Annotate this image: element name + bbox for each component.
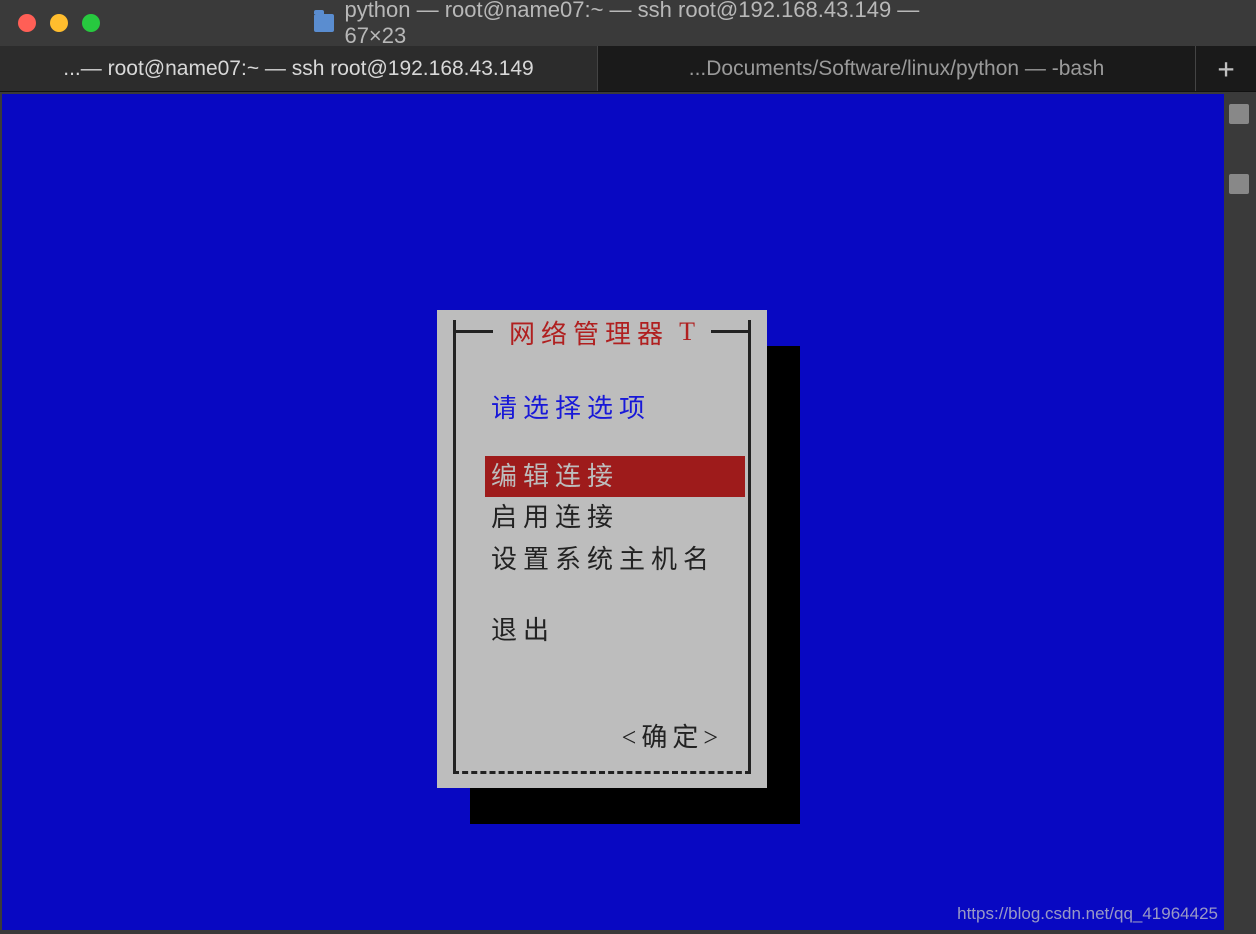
scrollbar-marker xyxy=(1229,174,1249,194)
menu-items-list: 编辑连接 启用连接 设置系统主机名 xyxy=(485,456,737,580)
menu-item-set-hostname[interactable]: 设置系统主机名 xyxy=(485,539,737,580)
network-manager-dialog: 网络管理器 T 请选择选项 编辑连接 启用连接 设置系统主机名 退出 xyxy=(437,310,767,788)
folder-icon xyxy=(314,14,334,32)
dialog-header: 网络管理器 T xyxy=(437,318,767,346)
scrollbar-track[interactable] xyxy=(1226,94,1252,930)
window-title-text: python — root@name07:~ — ssh root@192.16… xyxy=(344,0,942,49)
ok-button[interactable]: <确定> xyxy=(622,717,723,754)
tab-label: ...— root@name07:~ — ssh root@192.168.43… xyxy=(63,57,534,81)
terminal-screen[interactable]: 网络管理器 T 请选择选项 编辑连接 启用连接 设置系统主机名 退出 xyxy=(2,94,1224,930)
traffic-lights xyxy=(18,14,100,32)
menu-item-label: 设置系统主机名 xyxy=(491,545,715,574)
watermark-text: https://blog.csdn.net/qq_41964425 xyxy=(957,904,1218,924)
header-decoration-left xyxy=(453,330,493,333)
menu-item-exit[interactable]: 退出 xyxy=(491,610,555,647)
menu-item-label: 编辑连接 xyxy=(491,462,619,491)
close-window-button[interactable] xyxy=(18,14,36,32)
dialog-title: 网络管理器 xyxy=(509,314,669,351)
window-title: python — root@name07:~ — ssh root@192.16… xyxy=(314,0,942,49)
plus-icon: + xyxy=(1218,52,1235,85)
window-titlebar: python — root@name07:~ — ssh root@192.16… xyxy=(0,0,1256,46)
header-decoration-right xyxy=(711,330,751,333)
menu-item-edit-connection[interactable]: 编辑连接 xyxy=(485,456,745,497)
exit-label: 退出 xyxy=(491,616,555,645)
new-tab-button[interactable]: + xyxy=(1196,46,1256,91)
tabbar: ...— root@name07:~ — ssh root@192.168.43… xyxy=(0,46,1256,92)
dialog-prompt: 请选择选项 xyxy=(491,388,651,425)
terminal-area: 网络管理器 T 请选择选项 编辑连接 启用连接 设置系统主机名 退出 xyxy=(0,92,1256,934)
tab-bash-session[interactable]: ...Documents/Software/linux/python — -ba… xyxy=(598,46,1196,91)
maximize-window-button[interactable] xyxy=(82,14,100,32)
tab-ssh-session[interactable]: ...— root@name07:~ — ssh root@192.168.43… xyxy=(0,46,598,91)
menu-item-label: 启用连接 xyxy=(491,503,619,532)
dialog-title-suffix: T xyxy=(679,317,695,347)
scrollbar-marker xyxy=(1229,104,1249,124)
minimize-window-button[interactable] xyxy=(50,14,68,32)
tab-label: ...Documents/Software/linux/python — -ba… xyxy=(689,57,1105,81)
menu-item-enable-connection[interactable]: 启用连接 xyxy=(485,497,737,538)
ok-label: <确定> xyxy=(622,723,723,752)
